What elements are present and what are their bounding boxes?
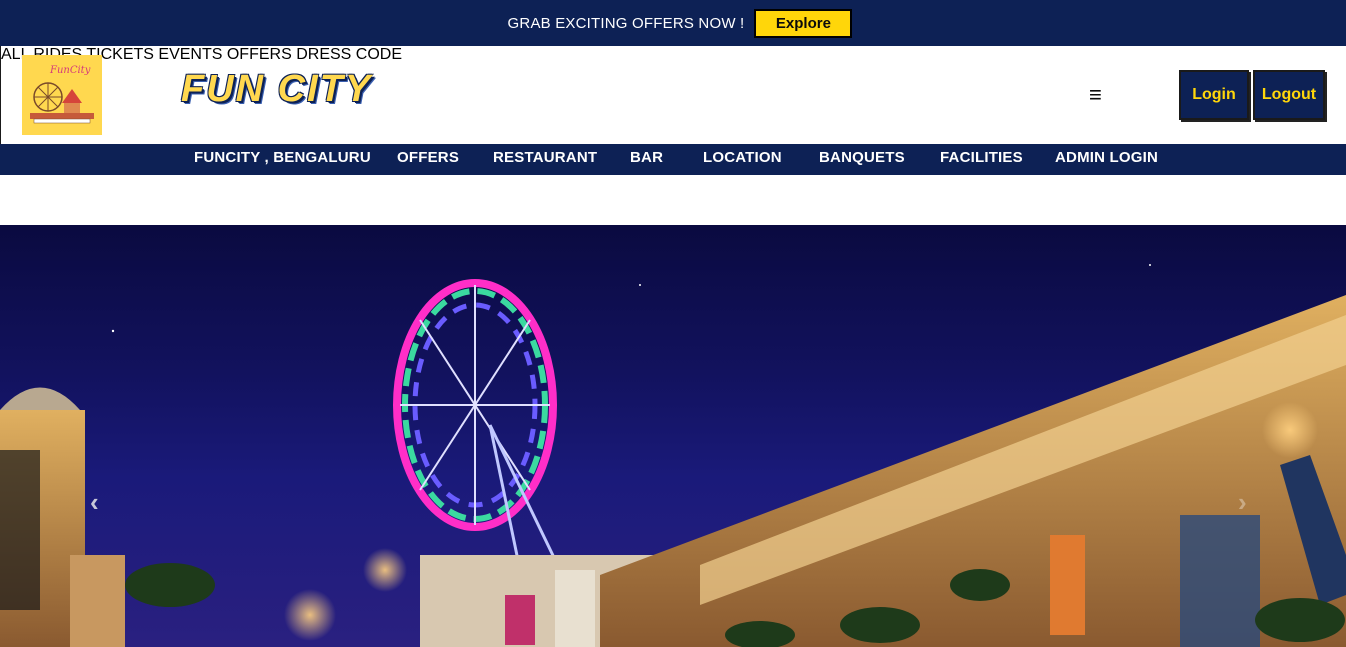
subnav-location[interactable]: LOCATION	[703, 149, 782, 166]
brand-title[interactable]: FUN CITY	[181, 68, 372, 111]
secondary-nav: FUNCITY , BENGALURU OFFERS RESTAURANT BA…	[0, 144, 1346, 175]
logo-text: FunCity	[49, 65, 91, 76]
subnav-funcity-bengaluru[interactable]: FUNCITY , BENGALURU	[194, 149, 371, 166]
login-button[interactable]: Login	[1179, 70, 1249, 120]
nav-offers[interactable]: OFFERS	[227, 46, 292, 63]
subnav-facilities[interactable]: FACILITIES	[940, 149, 1023, 166]
nav-events[interactable]: EVENTS	[158, 46, 222, 63]
nav-dress-code[interactable]: DRESS CODE	[296, 46, 402, 63]
logo[interactable]: FunCity	[22, 55, 102, 135]
hamburger-menu-icon[interactable]: ≡	[1089, 82, 1102, 108]
main-header: FunCity FUN CITY ALL RIDES TICKETS EVENT…	[0, 46, 1346, 144]
hero-carousel: ‹ ›	[0, 225, 1346, 647]
carousel-next-icon[interactable]: ›	[1238, 487, 1247, 518]
explore-button[interactable]: Explore	[754, 8, 853, 38]
ferris-wheel-icon	[393, 279, 562, 571]
subnav-bar[interactable]: BAR	[630, 149, 663, 166]
promo-bar: GRAB EXCITING OFFERS NOW ! Explore	[0, 0, 1346, 46]
subnav-offers[interactable]: OFFERS	[397, 149, 459, 166]
ferris-wheel-logo-icon: FunCity	[30, 65, 94, 124]
promo-text: GRAB EXCITING OFFERS NOW !	[507, 14, 745, 32]
hero-image	[0, 264, 1346, 647]
subnav-admin-login[interactable]: ADMIN LOGIN	[1055, 149, 1158, 166]
subnav-banquets[interactable]: BANQUETS	[819, 149, 905, 166]
carousel-prev-icon[interactable]: ‹	[90, 487, 99, 518]
logout-button[interactable]: Logout	[1253, 70, 1325, 120]
subnav-restaurant[interactable]: RESTAURANT	[493, 149, 597, 166]
